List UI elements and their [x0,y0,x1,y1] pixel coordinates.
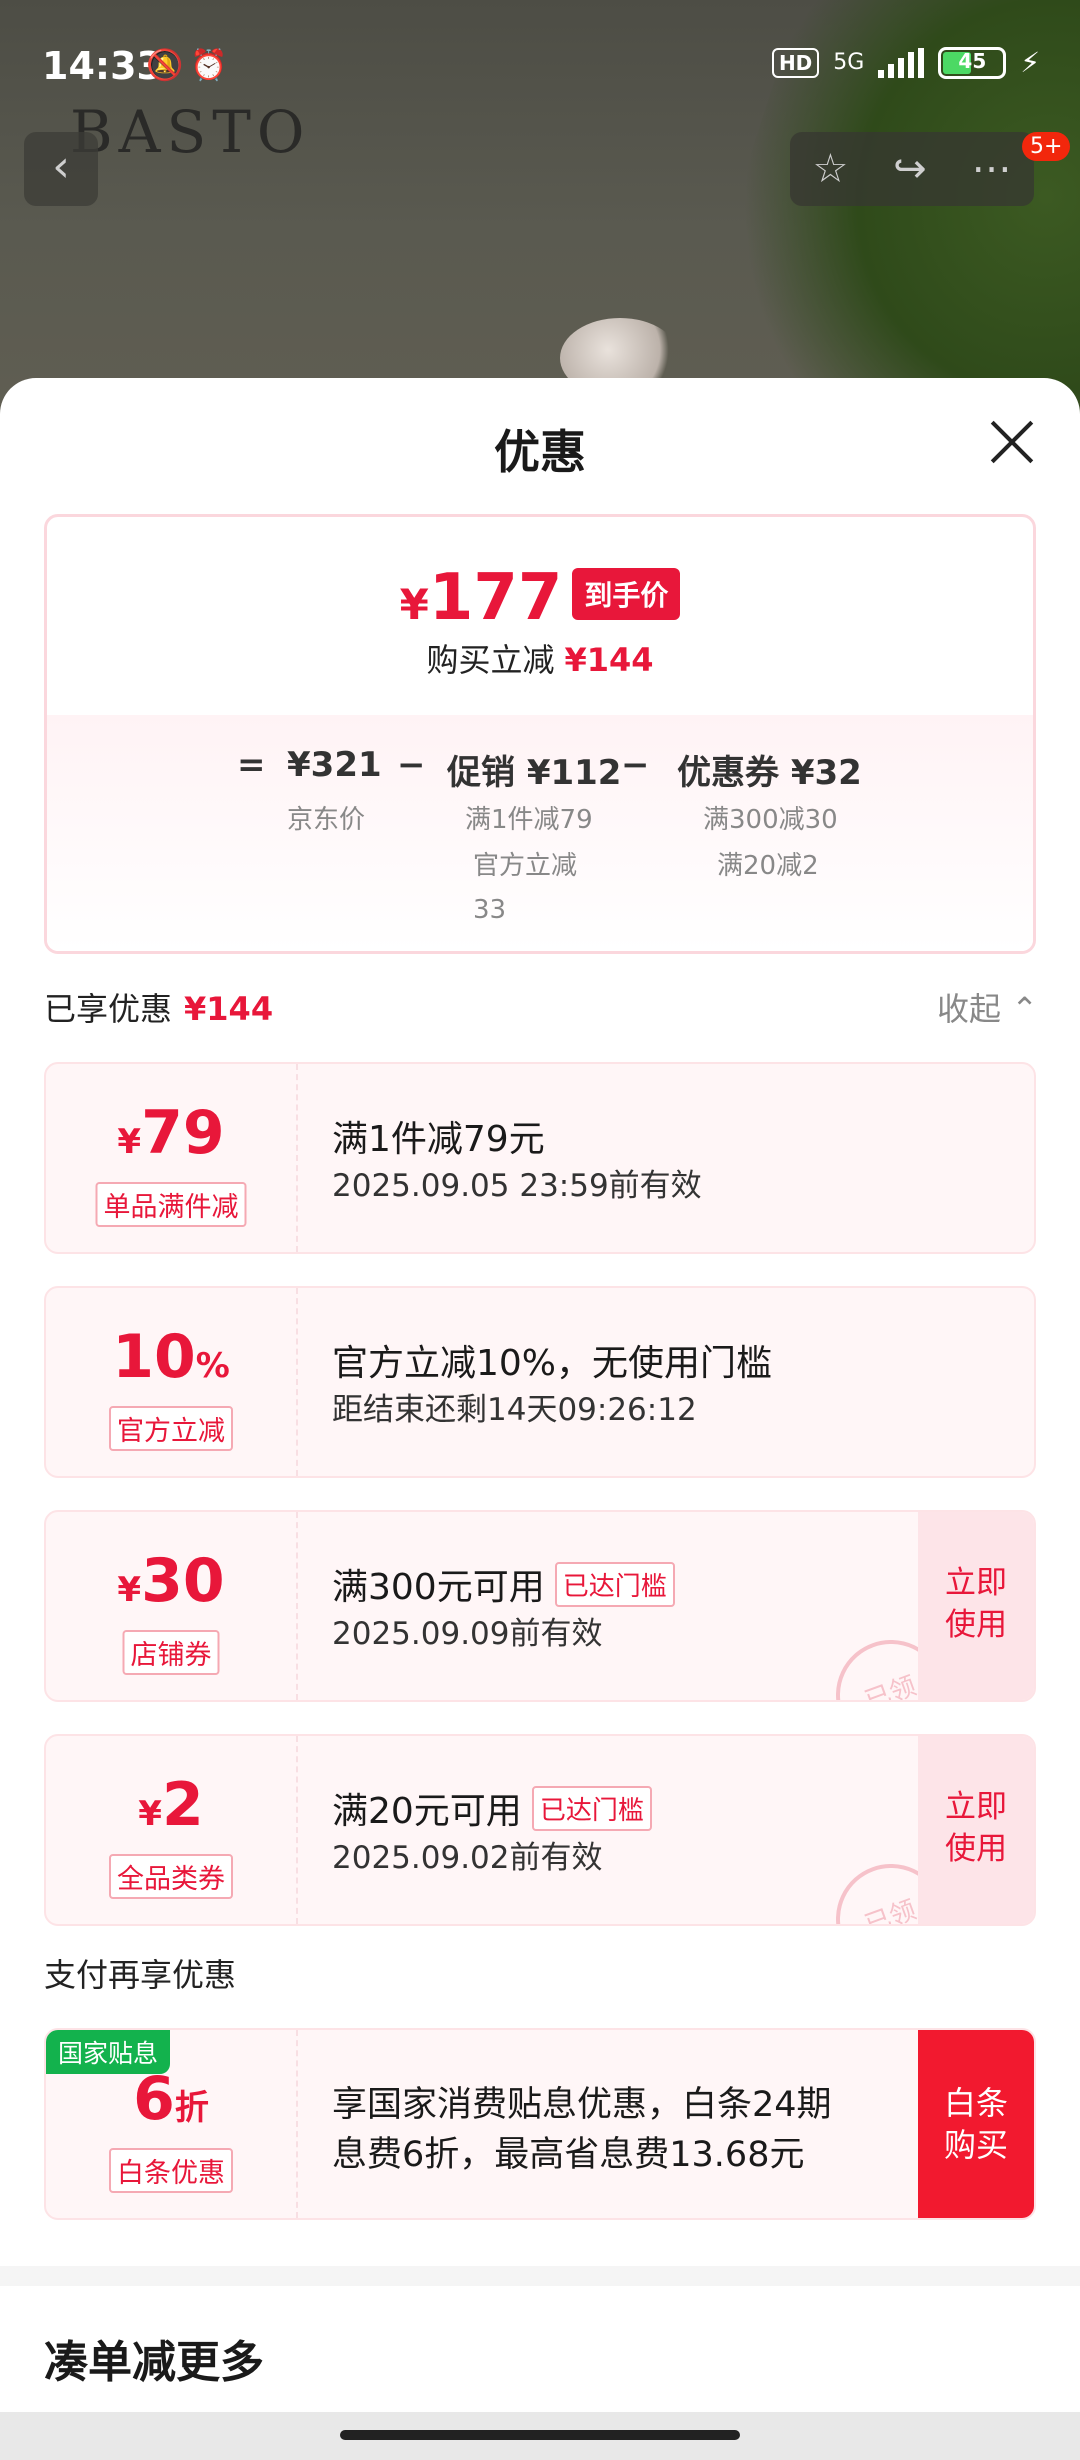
baitiao-desc-line2: 息费6折，最高省息费13.68元 [332,2135,805,2175]
coupon-value: ¥2 [138,1770,204,1840]
jd-price: ¥321 [287,745,382,785]
coupon-title: 满20元可用 已达门槛 [332,1782,652,1834]
promo-detail: 官方立减 [473,851,578,881]
countdown-timer: 距结束还剩14天09:26:12 [332,1392,697,1428]
coupon-validity: 2025.09.02前有效 [332,1840,603,1876]
use-now-button[interactable]: 立即 使用 [918,1512,1034,1700]
coupon-detail: 满300减30 [703,805,838,835]
coupon-type-label: 全品类券 [109,1854,233,1899]
baitiao-buy-button[interactable]: 白条 购买 [918,2030,1034,2218]
alarm-icon: ⏰ [190,48,228,83]
promo-amount: 促销 ¥112 [447,753,622,793]
signal-icon [878,47,925,78]
discount-card[interactable]: 10% 官方立减 官方立减10%，无使用门槛 距结束还剩14天09:26:12 [44,1286,1036,1478]
collapse-toggle[interactable]: 收起 ⌃ [937,984,1038,1030]
price-summary: ¥177 到手价 购买立减 ¥144 = ¥321 − 促销 ¥112 − 优惠券 … [44,514,1036,954]
minus-sign: − [397,745,426,785]
network-label: 5G [833,50,865,75]
more-deals-title: 凑单减更多 [44,2337,264,2388]
back-button[interactable]: ‹ [24,132,98,206]
enjoyed-discount: 已享优惠 ¥144 [44,990,274,1028]
more-menu-icon[interactable]: ⋯ [972,146,1012,192]
final-price-tag: 到手价 [572,568,681,620]
minus-sign: − [621,745,650,785]
status-bar: 14:33 🔕 ⏰ HD 5G 45 ⚡ [0,0,1080,120]
payment-discount-title: 支付再享优惠 [44,1956,237,1994]
close-icon[interactable] [988,418,1036,466]
sheet-title: 优惠 [494,425,586,479]
coupon-amount: 优惠券 ¥32 [677,753,862,793]
section-divider [0,2266,1080,2286]
baitiao-label: 白条优惠 [109,2148,233,2193]
charging-icon: ⚡ [1020,46,1040,79]
status-time: 14:33 [42,44,163,88]
battery-icon: 45 [938,46,1007,79]
discount-title: 满1件减79元 [332,1119,545,1160]
coupon-card[interactable]: ¥2 全品类券 满20元可用 已达门槛 2025.09.02前有效 已领 立即 使用 [44,1734,1036,1926]
coupon-value: ¥30 [117,1546,225,1616]
coupon-title: 满300元可用 已达门槛 [332,1558,675,1610]
discount-validity: 2025.09.05 23:59前有效 [332,1168,702,1204]
discount-card[interactable]: ¥79 单品满件减 满1件减79元 2025.09.05 23:59前有效 [44,1062,1036,1254]
gesture-bar [0,2412,1080,2460]
discount-value: 10% [112,1322,230,1392]
promo-detail: 满1件减79 [465,805,593,835]
baitiao-desc-line1: 享国家消费贴息优惠，白条24期 [332,2085,832,2125]
top-actions: ☆ ↪ ⋯ [790,132,1034,206]
favorite-star-icon[interactable]: ☆ [812,146,848,192]
share-icon[interactable]: ↪ [893,146,927,192]
final-price: ¥177 到手价 [47,561,1033,635]
baitiao-discount-value: 6折 [133,2064,209,2134]
coupon-validity: 2025.09.09前有效 [332,1616,603,1652]
discount-sheet: 优惠 ¥177 到手价 购买立减 ¥144 = ¥321 − 促销 ¥112 − 优… [0,378,1080,2460]
threshold-reached-badge: 已达门槛 [531,1786,652,1831]
home-indicator[interactable] [340,2430,740,2440]
instant-reduction: 购买立减 ¥144 [426,641,654,679]
mute-bell-icon: 🔕 [146,48,184,83]
equals-sign: = [237,745,266,785]
hd-icon: HD [771,47,820,78]
baitiao-offer-card[interactable]: 国家贴息 6折 白条优惠 享国家消费贴息优惠，白条24期 息费6折，最高省息费1… [44,2028,1036,2220]
coupon-card[interactable]: ¥30 店铺券 满300元可用 已达门槛 2025.09.09前有效 已领 立即使… [44,1510,1036,1702]
promo-detail: 33 [473,895,507,925]
coupon-type-label: 店铺券 [122,1630,220,1675]
discount-type-label: 官方立减 [109,1406,233,1451]
discount-title: 官方立减10%，无使用门槛 [332,1343,773,1384]
discount-value: ¥79 [117,1098,225,1168]
coupon-detail: 满20减2 [717,851,819,881]
threshold-reached-badge: 已达门槛 [554,1562,675,1607]
chevron-up-icon: ⌃ [1011,990,1038,1028]
jd-price-label: 京东价 [287,805,366,835]
use-now-button[interactable]: 立即 使用 [918,1736,1034,1924]
message-badge: 5+ [1022,132,1071,161]
discount-type-label: 单品满件减 [95,1182,247,1227]
